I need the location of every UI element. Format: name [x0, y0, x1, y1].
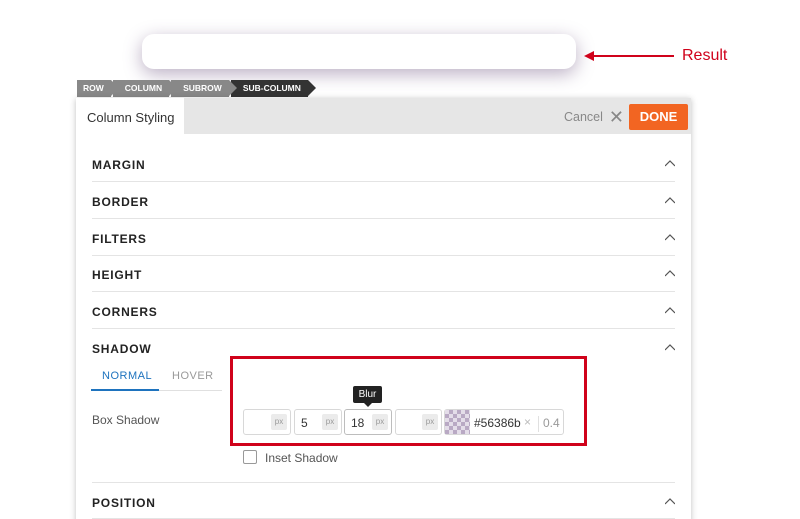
breadcrumb-row[interactable]: ROW [77, 80, 119, 97]
section-position-title: POSITION [92, 496, 156, 510]
box-shadow-label: Box Shadow [92, 413, 160, 427]
panel-header: Column Styling Cancel ✕ DONE [76, 98, 691, 134]
column-styling-panel: Column Styling Cancel ✕ DONE MARGIN BORD… [76, 98, 691, 519]
section-corners[interactable]: CORNERS [92, 292, 675, 329]
breadcrumb: ROW COLUMN SUBROW SUB-COLUMN [77, 80, 316, 97]
tab-hover[interactable]: HOVER [172, 370, 214, 382]
result-label: Result [682, 47, 728, 64]
section-margin-title: MARGIN [92, 158, 146, 172]
chevron-up-icon[interactable] [665, 497, 675, 507]
cancel-label: Cancel [564, 110, 603, 124]
section-filters-title: FILTERS [92, 232, 147, 246]
chevron-up-icon[interactable] [665, 233, 675, 243]
section-margin[interactable]: MARGIN [92, 145, 675, 182]
section-border[interactable]: BORDER [92, 182, 675, 219]
section-position[interactable]: POSITION [92, 482, 675, 519]
breadcrumb-sub-column[interactable]: SUB-COLUMN [230, 80, 316, 97]
breadcrumb-column[interactable]: COLUMN [112, 80, 178, 97]
close-icon: ✕ [608, 107, 625, 127]
cancel-button[interactable]: Cancel ✕ [564, 107, 625, 127]
shadow-state-tabs: NORMAL HOVER [91, 365, 222, 391]
section-height-title: HEIGHT [92, 268, 143, 282]
section-border-title: BORDER [92, 195, 149, 209]
section-height[interactable]: HEIGHT [92, 255, 675, 292]
section-corners-title: CORNERS [92, 305, 158, 319]
section-filters[interactable]: FILTERS [92, 219, 675, 256]
inset-shadow-label: Inset Shadow [265, 451, 338, 465]
chevron-up-icon[interactable] [665, 269, 675, 279]
tab-column-styling[interactable]: Column Styling [76, 98, 184, 134]
inset-shadow-checkbox[interactable] [243, 450, 257, 464]
chevron-up-icon[interactable] [665, 343, 675, 353]
tab-normal[interactable]: NORMAL [102, 370, 152, 382]
stage: Result ROW COLUMN SUBROW SUB-COLUMN Colu… [0, 0, 800, 519]
chevron-up-icon[interactable] [665, 196, 675, 206]
done-button[interactable]: DONE [629, 104, 688, 130]
highlight-box [230, 356, 587, 446]
section-shadow-title: SHADOW [92, 342, 152, 356]
active-tab-indicator [91, 389, 159, 391]
result-arrow-icon [584, 51, 674, 61]
result-preview-box [142, 34, 576, 69]
chevron-up-icon[interactable] [665, 159, 675, 169]
chevron-up-icon[interactable] [665, 306, 675, 316]
breadcrumb-subrow[interactable]: SUBROW [171, 80, 237, 97]
